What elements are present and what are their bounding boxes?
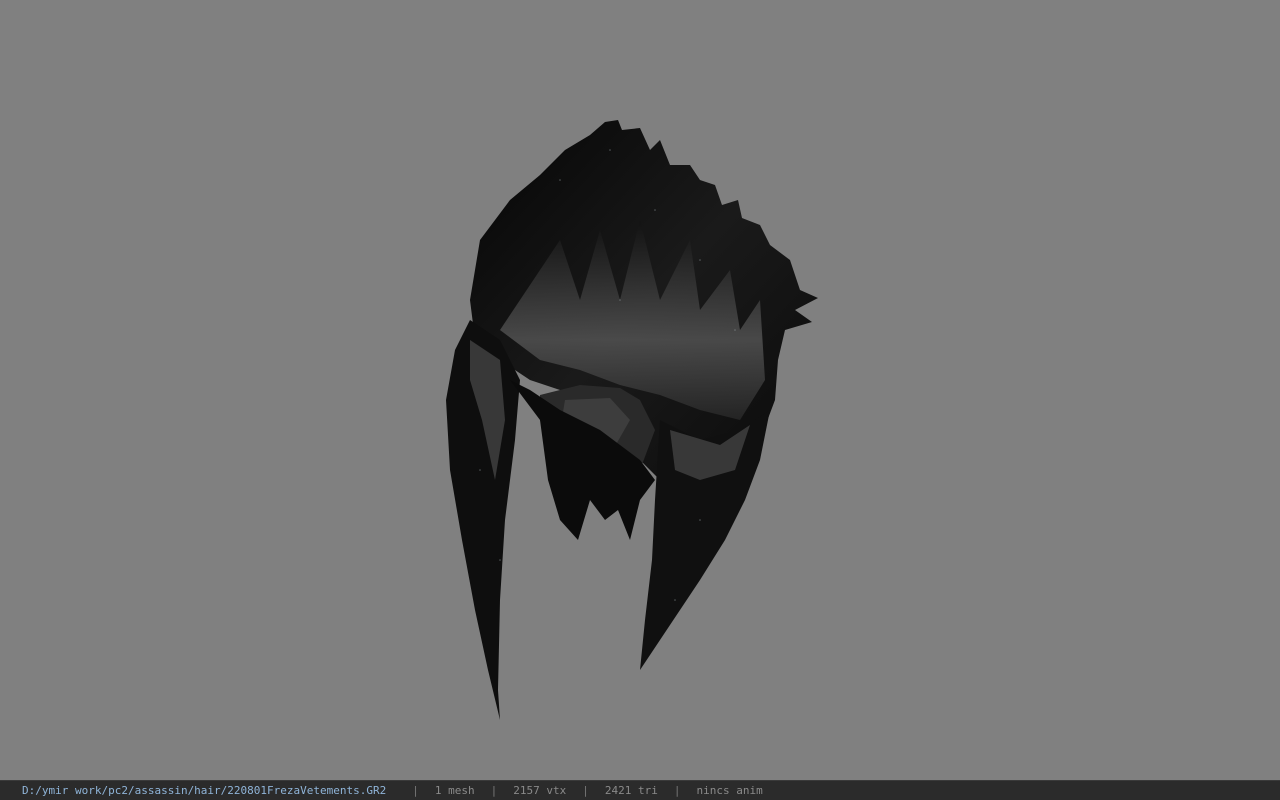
- triangle-count: 2421 tri: [604, 784, 658, 797]
- 3d-viewport[interactable]: [0, 0, 1280, 780]
- hair-model-render: [446, 120, 818, 720]
- status-bar: D:/ymir work/pc2/assassin/hair/220801Fre…: [0, 780, 1280, 800]
- mesh-count: 1 mesh: [434, 784, 475, 797]
- separator: |: [582, 784, 589, 797]
- separator: |: [412, 784, 419, 797]
- animation-status: nincs anim: [696, 784, 763, 797]
- vertex-count: 2157 vtx: [513, 784, 567, 797]
- separator: |: [673, 784, 681, 797]
- file-path: D:/ymir work/pc2/assassin/hair/220801Fre…: [22, 784, 387, 797]
- separator: |: [490, 784, 498, 797]
